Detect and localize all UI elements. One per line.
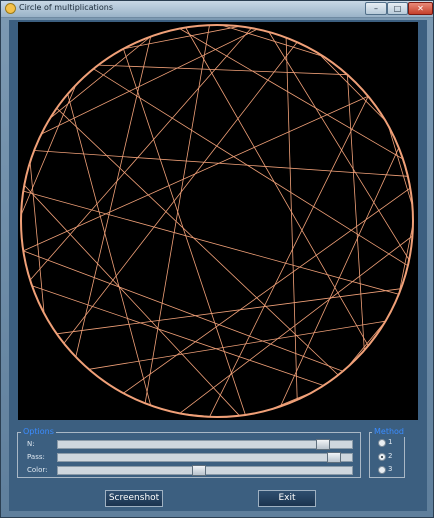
chord-line	[49, 36, 151, 119]
window-title: Circle of multiplications	[19, 3, 114, 12]
pass-slider-thumb[interactable]	[327, 452, 341, 463]
chord-line	[179, 235, 413, 414]
chord-line	[88, 320, 386, 370]
method-legend: Method	[372, 427, 407, 437]
minimize-button[interactable]: –	[365, 2, 387, 15]
color-slider[interactable]	[57, 465, 353, 476]
method-radio-3[interactable]	[378, 466, 386, 474]
color-slider-thumb[interactable]	[192, 465, 206, 476]
chord-line	[221, 24, 324, 57]
chord-line	[318, 53, 386, 122]
chord-line	[98, 64, 348, 76]
exit-button[interactable]: Exit	[258, 490, 316, 507]
n-slider-label: N:	[27, 440, 35, 448]
n-slider-thumb[interactable]	[316, 439, 330, 450]
method-radio-2[interactable]	[378, 453, 386, 461]
maximize-button[interactable]: □	[387, 2, 408, 15]
chord-line	[20, 84, 77, 216]
app-window: Circle of multiplications – □ ✕ Options …	[0, 0, 434, 518]
close-button[interactable]: ✕	[408, 2, 433, 15]
chord-line	[31, 285, 324, 386]
chord-line	[185, 27, 369, 346]
chord-line	[93, 68, 409, 267]
pass-slider-label: Pass:	[27, 453, 45, 461]
method-label-3: 3	[388, 465, 393, 473]
chord-line	[144, 25, 210, 404]
chord-line	[23, 190, 399, 295]
chord-line	[179, 28, 404, 160]
method-label-1: 1	[388, 438, 393, 446]
multiplication-circle	[20, 24, 414, 418]
n-slider[interactable]	[57, 439, 353, 450]
chord-line	[123, 187, 411, 394]
method-label-2: 2	[388, 452, 393, 460]
chord-line	[123, 48, 246, 416]
chord-line	[268, 391, 314, 411]
chord-line	[41, 307, 48, 319]
chord-line	[67, 93, 152, 406]
pass-slider[interactable]	[57, 452, 353, 463]
chord-line	[41, 28, 258, 135]
method-radio-1[interactable]	[378, 439, 386, 447]
chord-line	[398, 223, 414, 295]
chord-line	[29, 27, 252, 281]
chord-line	[34, 150, 408, 177]
chord-line	[29, 161, 45, 314]
color-slider-label: Color:	[27, 466, 48, 474]
chord-line	[97, 376, 119, 391]
chord-line	[347, 74, 365, 351]
outer-circle	[20, 24, 414, 418]
title-bar[interactable]: Circle of multiplications – □ ✕	[1, 1, 433, 18]
chord-line	[268, 31, 410, 261]
chord-line	[347, 320, 386, 368]
chord-line	[388, 125, 413, 207]
method-group: Method	[369, 427, 407, 478]
app-icon	[5, 3, 16, 14]
drawing-canvas	[18, 22, 418, 420]
options-legend: Options	[21, 427, 56, 437]
screenshot-button[interactable]: Screenshot	[105, 490, 163, 507]
chord-line	[280, 147, 400, 407]
